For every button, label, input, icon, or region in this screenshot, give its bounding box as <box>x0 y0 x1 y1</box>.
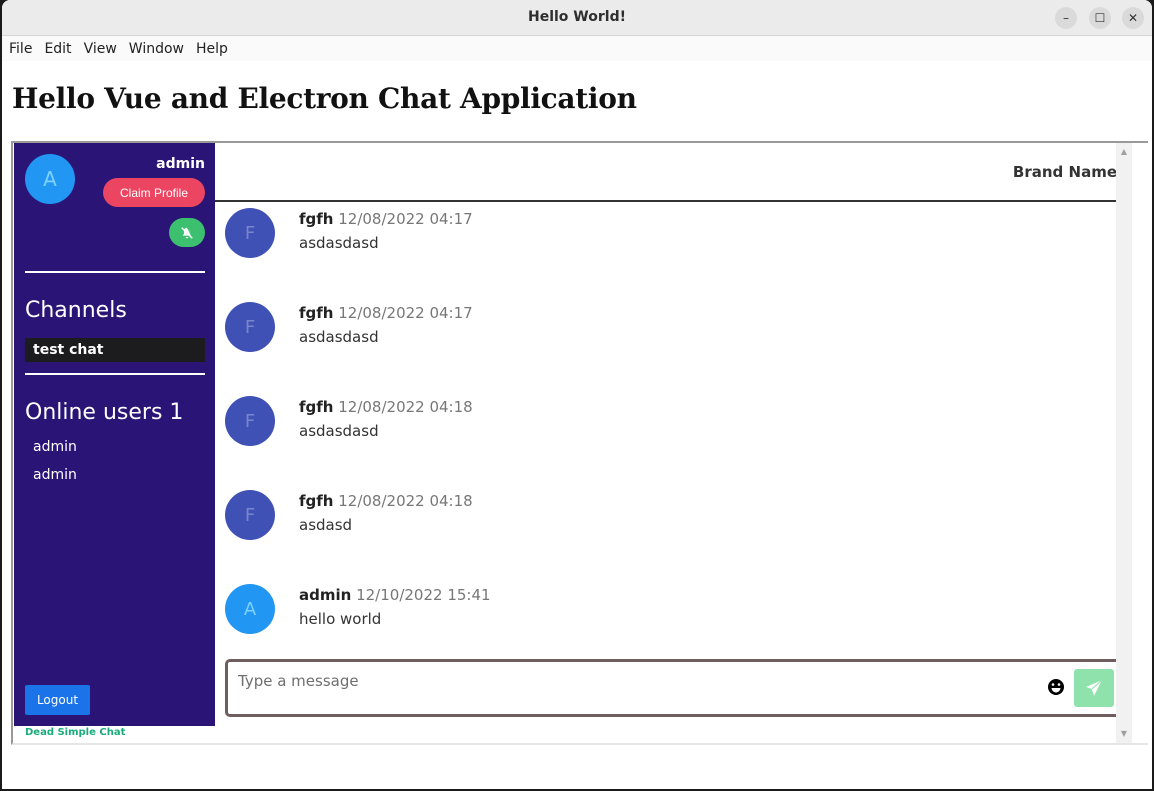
message-timestamp: 12/08/2022 04:18 <box>338 492 473 510</box>
message-meta: admin 12/10/2022 15:41 <box>299 586 491 604</box>
message-timestamp: 12/10/2022 15:41 <box>356 586 491 604</box>
channels-heading: Channels <box>25 298 127 323</box>
chat-main: Brand Name Ffgfh 12/08/2022 04:17 asdasda… <box>215 143 1132 743</box>
dead-simple-chat-link[interactable]: Dead Simple Chat <box>25 727 125 738</box>
message-author: fgfh <box>299 398 334 416</box>
message-avatar[interactable]: F <box>225 396 275 446</box>
chat-frame: A admin Claim Profile Channels test chat… <box>11 141 1148 745</box>
menu-bar: File Edit View Window Help <box>2 36 1152 61</box>
message-avatar[interactable]: A <box>225 584 275 634</box>
message-author: fgfh <box>299 492 334 510</box>
scrollbar[interactable]: ▲ ▼ <box>1116 143 1132 743</box>
scroll-up-arrow[interactable]: ▲ <box>1116 145 1132 159</box>
close-icon: ✕ <box>1127 11 1139 25</box>
message-author: fgfh <box>299 304 334 322</box>
bell-slash-icon <box>181 226 193 239</box>
message-avatar[interactable]: F <box>225 302 275 352</box>
message-meta: fgfh 12/08/2022 04:18 <box>299 398 473 416</box>
online-users-heading: Online users 1 <box>25 400 184 425</box>
sidebar-divider <box>25 373 205 375</box>
message-author: fgfh <box>299 210 334 228</box>
message-text: asdasdasd <box>299 422 379 440</box>
app-window: Hello World! – ☐ ✕ File Edit View Window… <box>2 0 1152 789</box>
user-avatar[interactable]: A <box>25 154 75 204</box>
message-meta: fgfh 12/08/2022 04:17 <box>299 210 473 228</box>
paper-plane-icon <box>1086 679 1103 696</box>
menu-file[interactable]: File <box>9 41 32 57</box>
message-text: asdasdasd <box>299 328 379 346</box>
message-item: Ffgfh 12/08/2022 04:18 asdasdasd <box>225 396 1105 456</box>
sidebar-divider <box>25 271 205 273</box>
logout-button[interactable]: Logout <box>25 685 90 715</box>
message-item: Ffgfh 12/08/2022 04:17 asdasdasd <box>225 208 1105 268</box>
page-title: Hello Vue and Electron Chat Application <box>12 82 637 115</box>
message-text: hello world <box>299 610 382 628</box>
sidebar: A admin Claim Profile Channels test chat… <box>14 143 215 726</box>
brand-name: Brand Name <box>1012 163 1117 181</box>
claim-profile-button[interactable]: Claim Profile <box>103 178 205 207</box>
online-user[interactable]: admin <box>33 467 77 483</box>
message-timestamp: 12/08/2022 04:18 <box>338 398 473 416</box>
message-meta: fgfh 12/08/2022 04:18 <box>299 492 473 510</box>
menu-window[interactable]: Window <box>129 41 184 57</box>
message-composer <box>225 659 1128 717</box>
online-user[interactable]: admin <box>33 439 77 455</box>
minimize-icon: – <box>1063 11 1069 25</box>
message-timestamp: 12/08/2022 04:17 <box>338 210 473 228</box>
message-avatar[interactable]: F <box>225 490 275 540</box>
mute-notifications-button[interactable] <box>169 218 205 247</box>
smiley-icon <box>1048 679 1064 695</box>
window-title: Hello World! <box>528 9 626 25</box>
title-bar: Hello World! – ☐ ✕ <box>2 0 1152 36</box>
minimize-button[interactable]: – <box>1055 7 1077 29</box>
channel-item-test-chat[interactable]: test chat <box>25 338 205 362</box>
message-text: asdasdasd <box>299 234 379 252</box>
message-meta: fgfh 12/08/2022 04:17 <box>299 304 473 322</box>
chat-header: Brand Name <box>215 143 1132 202</box>
message-input[interactable] <box>238 670 1028 692</box>
emoji-button[interactable] <box>1047 678 1065 696</box>
current-username: admin <box>156 156 205 172</box>
message-item: Ffgfh 12/08/2022 04:17 asdasdasd <box>225 302 1105 362</box>
scroll-down-arrow[interactable]: ▼ <box>1116 727 1132 741</box>
message-author: admin <box>299 586 352 604</box>
maximize-icon: ☐ <box>1094 11 1106 25</box>
message-item: Ffgfh 12/08/2022 04:18 asdasd <box>225 490 1105 550</box>
maximize-button[interactable]: ☐ <box>1089 7 1111 29</box>
message-avatar[interactable]: F <box>225 208 275 258</box>
message-text: asdasd <box>299 516 353 534</box>
close-button[interactable]: ✕ <box>1122 7 1144 29</box>
message-timestamp: 12/08/2022 04:17 <box>338 304 473 322</box>
message-item: Aadmin 12/10/2022 15:41 hello world <box>225 584 1105 644</box>
menu-view[interactable]: View <box>84 41 117 57</box>
menu-edit[interactable]: Edit <box>44 41 71 57</box>
menu-help[interactable]: Help <box>196 41 228 57</box>
send-button[interactable] <box>1074 669 1114 707</box>
